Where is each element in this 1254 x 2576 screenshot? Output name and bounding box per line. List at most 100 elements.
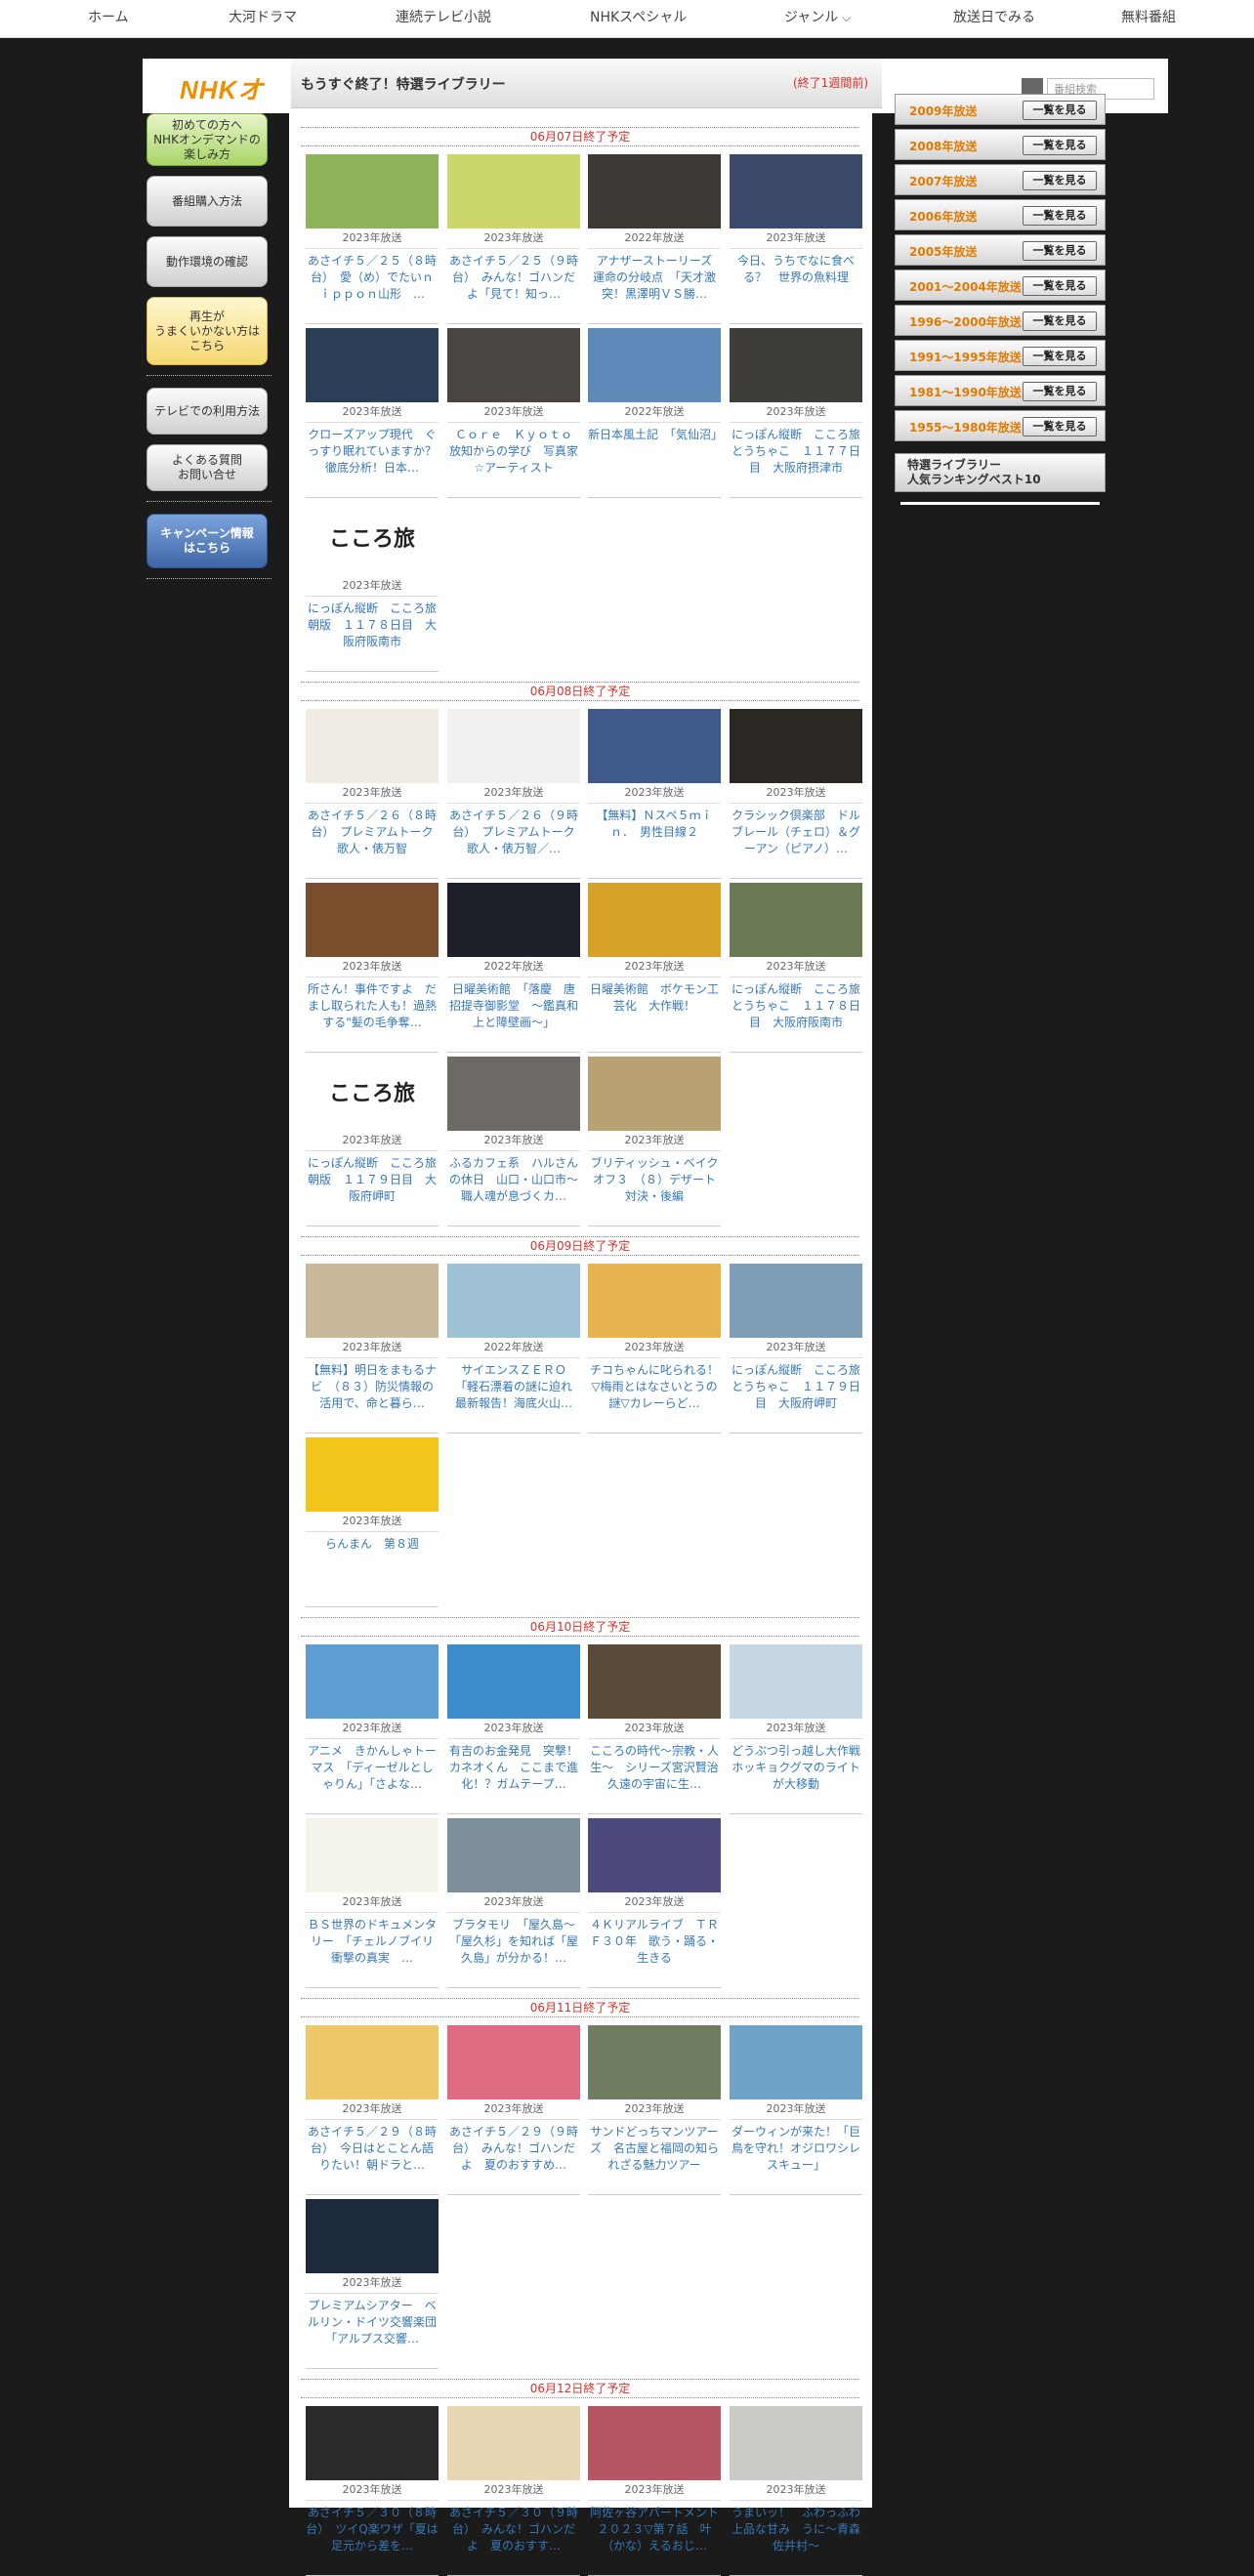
program-thumbnail[interactable] — [306, 1818, 439, 1892]
program-card[interactable]: こころ旅 2023年放送 にっぽん縦断 こころ旅 朝版 １１７８日目 大阪府阪南市 — [306, 502, 439, 672]
view-list-button[interactable]: 一覧を見る — [1023, 171, 1097, 190]
program-title-link[interactable]: ブラタモリ 「屋久島～「屋久杉」を知れば「屋久島」が分かる！… — [447, 1913, 580, 1987]
program-title-link[interactable]: 新日本風土記 「気仙沼」 — [588, 423, 721, 497]
program-thumbnail[interactable] — [306, 1264, 439, 1338]
program-thumbnail[interactable] — [447, 1264, 580, 1338]
left-nav-button-4[interactable]: テレビでの利用方法 — [146, 388, 268, 435]
program-card[interactable]: 2023年放送 プレミアムシアター ベルリン・ドイツ交響楽団 「アルプス交響… — [306, 2199, 439, 2369]
program-card[interactable]: 2023年放送 あさイチ５／２５（９時台） みんな！ゴハンだよ「見て！知っ… — [447, 154, 580, 324]
nav-item-3[interactable]: NHKスペシャル — [590, 0, 687, 37]
nav-item-2[interactable]: 連続テレビ小説 — [396, 0, 491, 37]
nav-item-5[interactable]: 放送日でみる — [953, 0, 1035, 37]
program-title-link[interactable]: サンドどっちマンツアーズ 名古屋と福岡の知られざる魅力ツアー — [588, 2120, 721, 2194]
program-title-link[interactable]: 【無料】明日をまもるナビ （８３）防災情報の活用で、命と暮ら… — [306, 1358, 439, 1433]
program-title-link[interactable]: プレミアムシアター ベルリン・ドイツ交響楽団 「アルプス交響… — [306, 2294, 439, 2368]
program-card[interactable]: 2022年放送 日曜美術館 「落慶 唐招提寺御影堂 ～鑑真和上と障壁画～」 — [447, 883, 580, 1053]
program-title-link[interactable]: あさイチ５／２６（９時台） プレミアムトーク 歌人・俵万智／… — [447, 804, 580, 878]
program-title-link[interactable]: 日曜美術館 「落慶 唐招提寺御影堂 ～鑑真和上と障壁画～」 — [447, 977, 580, 1052]
program-title-link[interactable]: ４Ｋリアルライブ ＴＲＦ３０年 歌う・踊る・生きる — [588, 1913, 721, 1987]
program-thumbnail[interactable] — [730, 709, 862, 783]
program-title-link[interactable]: どうぶつ引っ越し大作戦 ホッキョクグマのライトが大移動 — [730, 1739, 862, 1813]
program-card[interactable]: 2023年放送 にっぽん縦断 こころ旅 とうちゃこ １１７９日目 大阪府岬町 — [730, 1264, 862, 1433]
program-card[interactable]: 2023年放送 あさイチ５／２９（９時台） みんな！ゴハンだよ 夏のおすすめ… — [447, 2025, 580, 2195]
left-nav-button-1[interactable]: 番組購入方法 — [146, 176, 268, 227]
nav-item-6[interactable]: 無料番組 — [1121, 0, 1176, 37]
program-thumbnail[interactable] — [447, 154, 580, 229]
nav-item-4[interactable]: ジャンル ⌵ — [784, 0, 851, 37]
program-thumbnail[interactable] — [306, 2025, 439, 2099]
program-thumbnail[interactable] — [306, 1644, 439, 1719]
program-card[interactable]: 2023年放送 サンドどっちマンツアーズ 名古屋と福岡の知られざる魅力ツアー — [588, 2025, 721, 2195]
program-thumbnail[interactable] — [730, 883, 862, 957]
view-list-button[interactable]: 一覧を見る — [1023, 101, 1097, 120]
program-card[interactable]: 2023年放送 どうぶつ引っ越し大作戦 ホッキョクグマのライトが大移動 — [730, 1644, 862, 1814]
program-title-link[interactable]: にっぽん縦断 こころ旅 とうちゃこ １１７７日目 大阪府摂津市 — [730, 423, 862, 497]
program-title-link[interactable]: にっぽん縦断 こころ旅 朝版 １１７９日目 大阪府岬町 — [306, 1151, 439, 1226]
program-thumbnail[interactable] — [447, 709, 580, 783]
program-card[interactable]: 2023年放送 クラシック倶楽部 ドルブレール（チェロ）＆グーアン（ピアノ）… — [730, 709, 862, 879]
program-thumbnail[interactable] — [447, 2025, 580, 2099]
program-thumbnail[interactable] — [306, 2406, 439, 2480]
program-title-link[interactable]: 有吉のお金発見 突撃！カネオくん ここまで進化！？ガムテープ… — [447, 1739, 580, 1813]
left-nav-button-2[interactable]: 動作環境の確認 — [146, 236, 268, 287]
program-thumbnail[interactable] — [306, 709, 439, 783]
program-title-link[interactable]: あさイチ５／３０（８時台） ツイQ楽ワザ「夏は足元から差を… — [306, 2501, 439, 2575]
program-card[interactable]: 2023年放送 あさイチ５／２９（８時台） 今日はとことん語りたい！朝ドラと… — [306, 2025, 439, 2195]
view-list-button[interactable]: 一覧を見る — [1023, 206, 1097, 226]
program-card[interactable]: こころ旅 2023年放送 にっぽん縦断 こころ旅 朝版 １１７９日目 大阪府岬町 — [306, 1057, 439, 1226]
program-title-link[interactable]: うまいッ！ ふわっふわ 上品な甘み うに～青森 佐井村～ — [730, 2501, 862, 2575]
program-title-link[interactable]: ダーウィンが来た！「巨鳥を守れ！オジロワシレスキュー」 — [730, 2120, 862, 2194]
program-thumbnail[interactable] — [588, 2406, 721, 2480]
program-title-link[interactable]: アニメ きかんしゃトーマス 「ディーゼルとしゃりん」「さよな… — [306, 1739, 439, 1813]
nav-item-1[interactable]: 大河ドラマ — [229, 0, 297, 37]
program-thumbnail[interactable] — [447, 2406, 580, 2480]
program-title-link[interactable]: 阿佐ヶ谷アパートメント ２０２３▽第７話 叶（かな）えるおじ… — [588, 2501, 721, 2575]
program-title-link[interactable]: にっぽん縦断 こころ旅 朝版 １１７８日目 大阪府阪南市 — [306, 597, 439, 671]
left-nav-button-0[interactable]: 初めての方へ NHKオンデマンドの 楽しみ方 — [146, 113, 268, 166]
program-title-link[interactable]: Ｃｏｒｅ Ｋｙｏｔｏ 放知からの学び 写真家☆アーティスト — [447, 423, 580, 497]
ranking-heading[interactable]: 特選ライブラリー 人気ランキングベスト10 — [895, 453, 1106, 492]
program-thumbnail[interactable] — [588, 709, 721, 783]
program-card[interactable]: 2023年放送 ブラタモリ 「屋久島～「屋久杉」を知れば「屋久島」が分かる！… — [447, 1818, 580, 1988]
program-card[interactable]: 2023年放送 こころの時代～宗教・人生～ シリーズ宮沢賢治 久遠の宇宙に生… — [588, 1644, 721, 1814]
program-title-link[interactable]: 日曜美術館 ボケモン工芸化 大作戦！ — [588, 977, 721, 1052]
program-card[interactable]: 2023年放送 日曜美術館 ボケモン工芸化 大作戦！ — [588, 883, 721, 1053]
program-card[interactable]: 2023年放送 あさイチ５／３０（９時台） みんな！ゴハンだよ 夏のおすす… — [447, 2406, 580, 2576]
program-card[interactable]: 2022年放送 新日本風土記 「気仙沼」 — [588, 328, 721, 498]
program-title-link[interactable]: あさイチ５／２６（８時台） プレミアムトーク 歌人・俵万智 — [306, 804, 439, 878]
program-card[interactable]: 2023年放送 ブリティッシュ・ベイクオフ３ （８）デザート対決・後編 — [588, 1057, 721, 1226]
program-card[interactable]: 2023年放送 クローズアップ現代 ぐっすり眠れていますか？ 徹底分析！日本… — [306, 328, 439, 498]
program-card[interactable]: 2023年放送 【無料】明日をまもるナビ （８３）防災情報の活用で、命と暮ら… — [306, 1264, 439, 1433]
view-list-button[interactable]: 一覧を見る — [1023, 241, 1097, 261]
program-title-link[interactable]: ＢＳ世界のドキュメンタリー 「チェルノブイリ 衝撃の真実 … — [306, 1913, 439, 1987]
program-card[interactable]: 2023年放送 アニメ きかんしゃトーマス 「ディーゼルとしゃりん」「さよな… — [306, 1644, 439, 1814]
nav-item-0[interactable]: ホーム — [88, 0, 129, 37]
program-thumbnail[interactable] — [730, 1264, 862, 1338]
program-thumbnail[interactable] — [588, 1264, 721, 1338]
program-thumbnail[interactable]: こころ旅 — [306, 502, 439, 576]
program-thumbnail[interactable] — [447, 1818, 580, 1892]
program-title-link[interactable]: チコちゃんに叱られる！ ▽梅雨とはなさいとうの謎▽カレーらど… — [588, 1358, 721, 1433]
program-thumbnail[interactable] — [730, 2025, 862, 2099]
program-title-link[interactable]: あさイチ５／２５（８時台） 愛（め）でたいｎｉｐｐｏｎ山形 … — [306, 249, 439, 323]
program-thumbnail[interactable] — [447, 328, 580, 402]
program-card[interactable]: 2023年放送 Ｃｏｒｅ Ｋｙｏｔｏ 放知からの学び 写真家☆アーティスト — [447, 328, 580, 498]
program-card[interactable]: 2023年放送 阿佐ヶ谷アパートメント ２０２３▽第７話 叶（かな）えるおじ… — [588, 2406, 721, 2576]
program-thumbnail[interactable] — [588, 1818, 721, 1892]
program-thumbnail[interactable] — [306, 154, 439, 229]
program-thumbnail[interactable] — [730, 328, 862, 402]
program-card[interactable]: 2023年放送 ふるカフェ系 ハルさんの休日 山口・山口市～職人魂が息づくカ… — [447, 1057, 580, 1226]
program-thumbnail[interactable] — [730, 2406, 862, 2480]
program-title-link[interactable]: 【無料】Ｎスペ５ｍｉｎ． 男性目線２ — [588, 804, 721, 878]
view-list-button[interactable]: 一覧を見る — [1023, 312, 1097, 331]
program-card[interactable]: 2023年放送 有吉のお金発見 突撃！カネオくん ここまで進化！？ガムテープ… — [447, 1644, 580, 1814]
left-nav-button-3[interactable]: 再生が うまくいかない方は こちら — [146, 297, 268, 365]
view-list-button[interactable]: 一覧を見る — [1023, 382, 1097, 401]
program-title-link[interactable]: クローズアップ現代 ぐっすり眠れていますか？ 徹底分析！日本… — [306, 423, 439, 497]
view-list-button[interactable]: 一覧を見る — [1023, 347, 1097, 366]
program-title-link[interactable]: にっぽん縦断 こころ旅 とうちゃこ １１７８日目 大阪府阪南市 — [730, 977, 862, 1052]
program-thumbnail[interactable] — [730, 154, 862, 229]
program-card[interactable]: 2022年放送 アナザーストーリーズ 運命の分岐点 「天才激突！黒澤明ＶＳ勝… — [588, 154, 721, 324]
program-card[interactable]: 2023年放送 ４Ｋリアルライブ ＴＲＦ３０年 歌う・踊る・生きる — [588, 1818, 721, 1988]
program-thumbnail[interactable] — [588, 2025, 721, 2099]
